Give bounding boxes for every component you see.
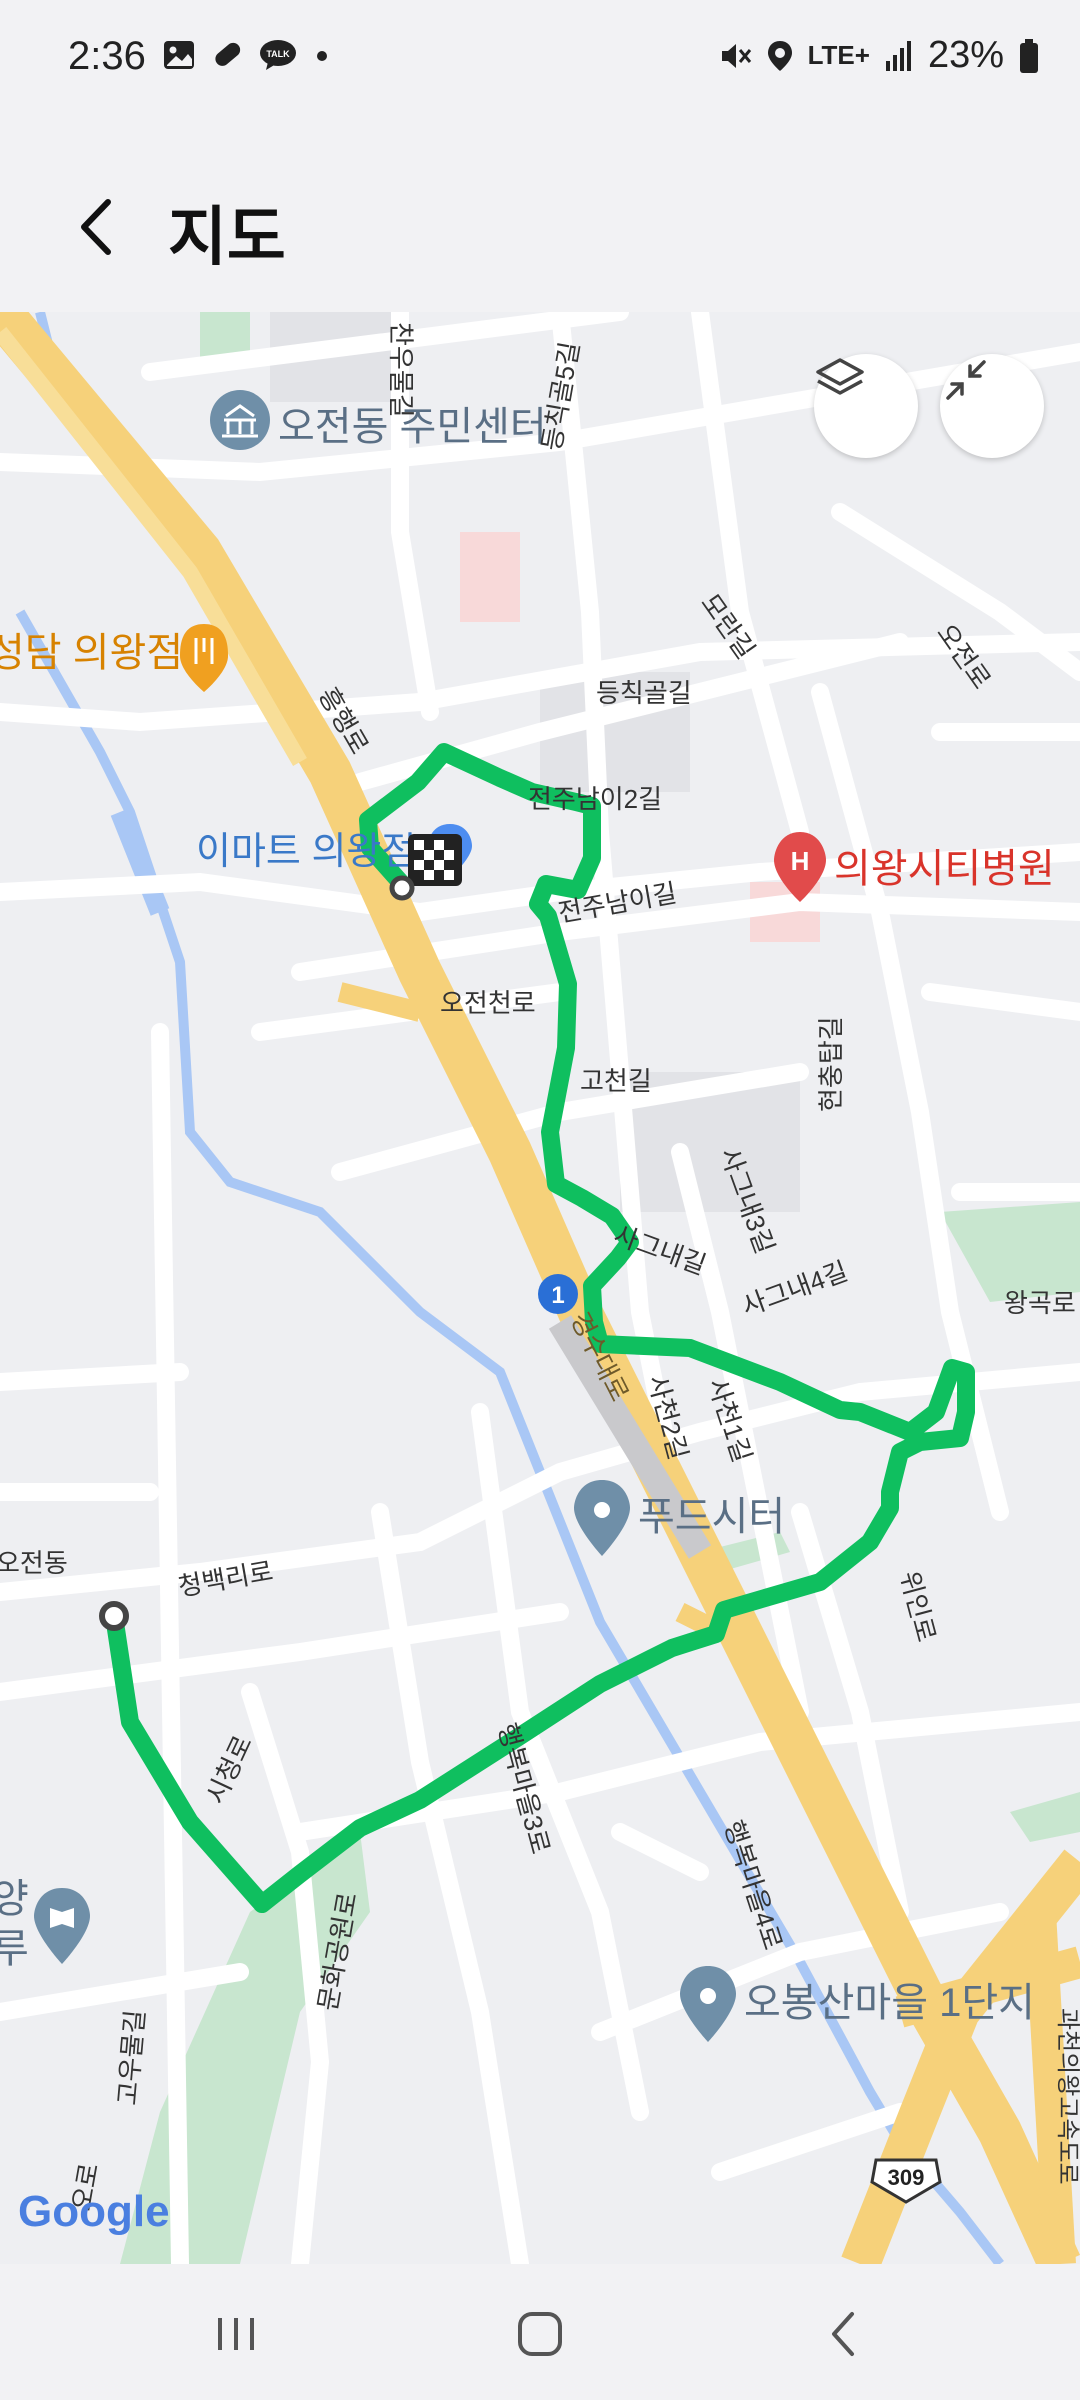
mute-icon [721, 43, 751, 68]
pill-icon [215, 42, 241, 66]
poi-label: 양 [0, 1877, 29, 1921]
talk-icon: TALK [260, 40, 296, 70]
back-nav-button[interactable] [794, 2294, 894, 2374]
pin-icon [700, 1988, 716, 2004]
app-bar: 지도 [0, 120, 1080, 310]
status-time: 2:36 [68, 34, 146, 78]
road-label: 왕곡로 [1004, 1288, 1076, 1318]
map-view[interactable]: 1 309 오전동 주민센터 성담 의왕점 이마트 의왕점 H 의왕시티병원 푸… [0, 312, 1080, 2264]
home-button[interactable] [490, 2294, 590, 2374]
building-block [460, 532, 520, 622]
poi-label: 루 [0, 1927, 29, 1971]
svg-text:1: 1 [551, 1282, 564, 1309]
google-attribution: Google [18, 2187, 170, 2236]
pin-icon [594, 1502, 610, 1518]
svg-text:TALK: TALK [266, 49, 290, 59]
navigation-bar [0, 2264, 1080, 2400]
road-label: 현충탑길 [816, 1016, 846, 1112]
collapse-icon [946, 360, 986, 400]
hospital-icon: H [791, 846, 810, 876]
page-title: 지도 [168, 201, 286, 273]
road-label: 오전천로 [440, 988, 536, 1018]
road-label: 과천의왕고속도로 [1054, 2008, 1080, 2185]
signal-icon [885, 40, 911, 71]
poi-label: 푸드시터 [638, 1495, 785, 1539]
battery-percent: 23% [927, 34, 1004, 76]
chevron-left-icon [81, 199, 111, 255]
back-icon [832, 2312, 854, 2356]
home-icon [518, 2312, 562, 2356]
battery-icon [1020, 38, 1038, 73]
location-icon [767, 40, 792, 71]
gallery-icon [164, 41, 194, 69]
layers-icon [816, 358, 864, 395]
poi-label: 이마트 의왕점 [196, 831, 416, 873]
poi-label: 의왕시티병원 [834, 847, 1055, 891]
collapse-map-button[interactable] [940, 354, 1044, 458]
route-start-marker[interactable] [99, 1601, 129, 1631]
road-label: 등칙골길 [596, 678, 692, 708]
back-button[interactable] [70, 192, 130, 262]
status-bar: 2:36 TALK LTE+ 23% [0, 0, 1080, 120]
route-shield-1: 1 [538, 1274, 578, 1314]
lte-icon: LTE+ [807, 40, 870, 70]
recents-button[interactable] [186, 2294, 286, 2374]
road-label: 오전동 [0, 1548, 68, 1578]
dot-icon [317, 51, 327, 61]
svg-text:309: 309 [888, 2165, 925, 2190]
road-label: 전주남이2길 [528, 784, 662, 814]
poi-label: 오봉산마을 1단지 [744, 1981, 1035, 2025]
poi-label: 성담 의왕점 [0, 631, 183, 675]
road-label: 고천길 [580, 1066, 652, 1096]
layers-button[interactable] [814, 354, 918, 458]
map-canvas[interactable]: 1 309 오전동 주민센터 성담 의왕점 이마트 의왕점 H 의왕시티병원 푸… [0, 312, 1080, 2264]
road-label: 찬우물길 [386, 322, 416, 418]
recents-icon [218, 2318, 254, 2350]
